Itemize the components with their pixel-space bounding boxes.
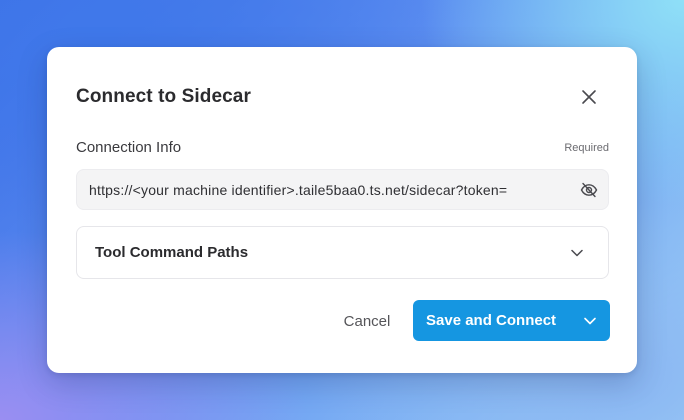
- close-icon: [582, 90, 596, 104]
- connection-info-label: Connection Info: [76, 139, 182, 156]
- connect-dialog: Connect to Sidecar Connection Info Requi…: [47, 47, 637, 373]
- dialog-title: Connect to Sidecar: [76, 86, 251, 107]
- cancel-button[interactable]: Cancel: [331, 300, 403, 342]
- chevron-down-icon: [584, 317, 596, 324]
- save-and-connect-split-button: Save and Connect: [413, 300, 610, 341]
- tool-command-paths-label: Tool Command Paths: [95, 244, 249, 261]
- visibility-toggle-button[interactable]: [580, 181, 598, 199]
- required-label: Required: [564, 142, 609, 154]
- connection-info-field: [76, 169, 609, 210]
- eye-off-icon: [580, 182, 598, 198]
- tool-command-paths-accordion[interactable]: Tool Command Paths: [76, 226, 609, 279]
- close-button[interactable]: [577, 85, 601, 109]
- save-and-connect-button[interactable]: Save and Connect: [413, 300, 570, 341]
- save-options-dropdown-button[interactable]: [570, 300, 610, 341]
- chevron-down-icon: [571, 249, 583, 257]
- connection-info-input[interactable]: [89, 170, 571, 209]
